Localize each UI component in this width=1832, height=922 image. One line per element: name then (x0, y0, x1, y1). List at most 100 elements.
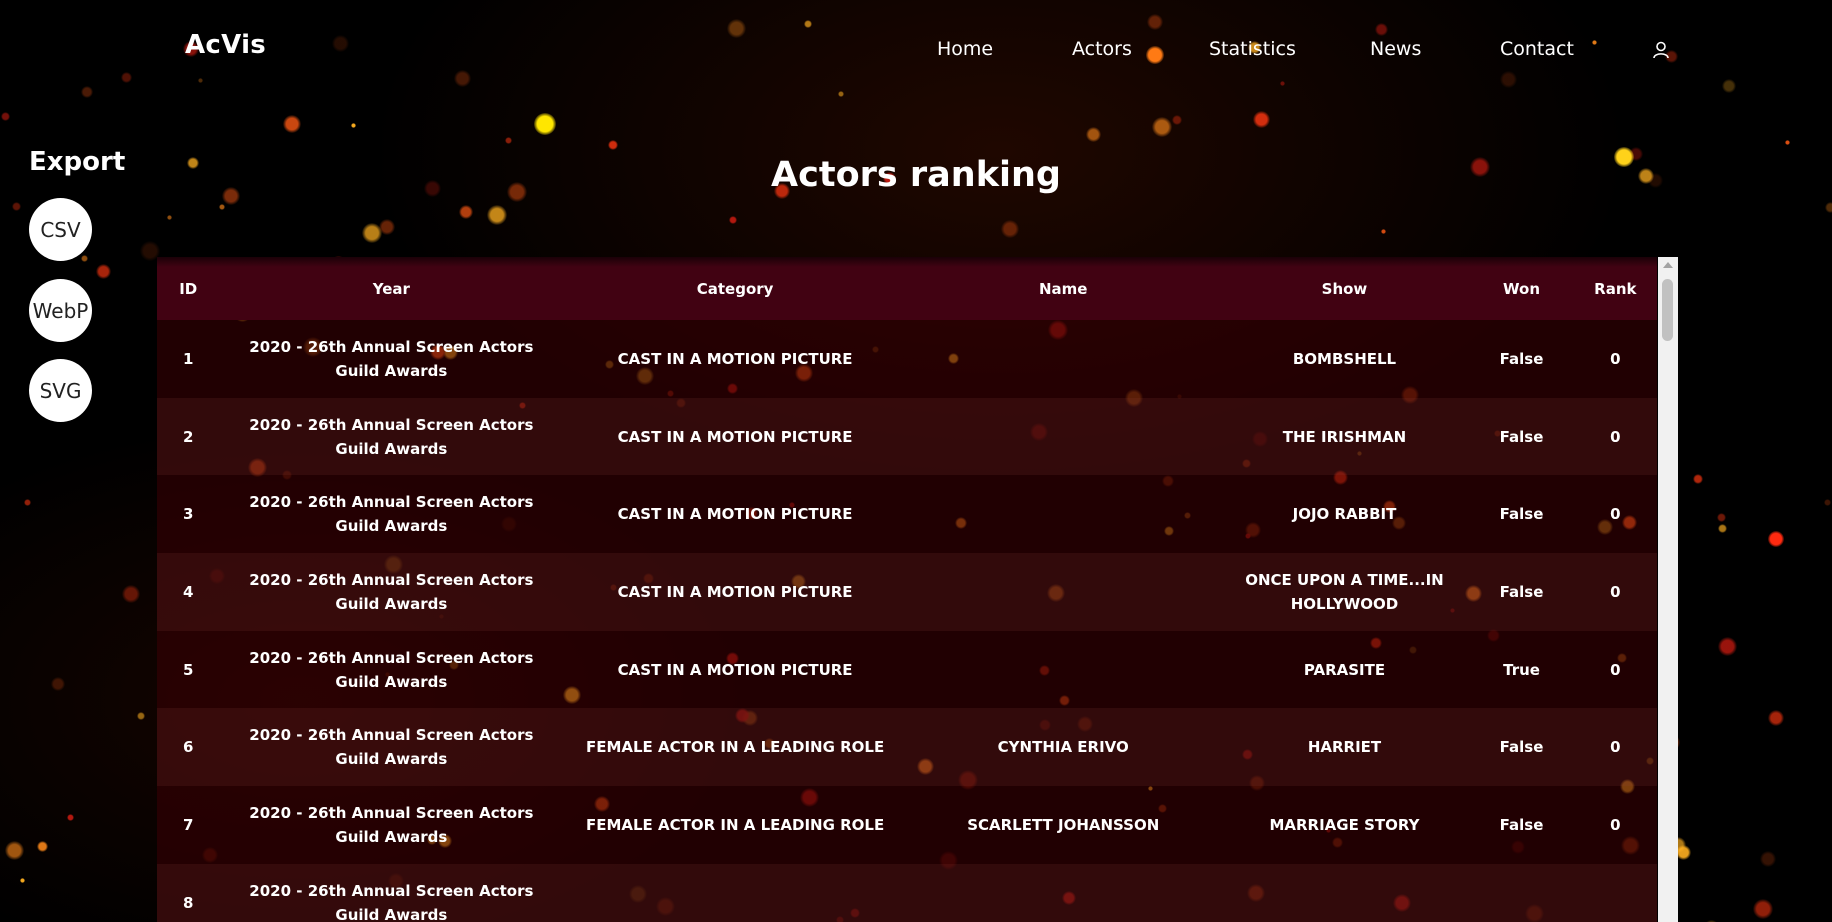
bokeh-light (122, 585, 140, 603)
cell-show: THE IRISHMAN (1282, 427, 1407, 446)
table-row: 1 2020 - 26th Annual Screen Actors Guild… (157, 320, 1657, 398)
table-row: 3 2020 - 26th Annual Screen Actors Guild… (157, 475, 1657, 554)
bokeh-light (51, 677, 65, 691)
bokeh-light (1086, 127, 1101, 142)
bokeh-light (1693, 474, 1703, 484)
brand-logo[interactable]: AcVis (185, 30, 266, 60)
cell-rank: 0 (1610, 427, 1621, 446)
cell-won: False (1499, 349, 1544, 368)
column-header-rank[interactable]: Rank (1574, 257, 1657, 320)
bokeh-light (1760, 851, 1776, 867)
bokeh-light (1824, 499, 1831, 506)
cell-rank: 0 (1610, 505, 1621, 524)
column-header-year[interactable]: Year (219, 257, 563, 320)
table-scrollbar[interactable] (1658, 257, 1678, 922)
cell-category: CAST IN A MOTION PICTURE (617, 582, 853, 601)
bokeh-light (1718, 637, 1737, 656)
column-header-show[interactable]: Show (1219, 257, 1469, 320)
column-header-category[interactable]: Category (563, 257, 907, 320)
column-header-won[interactable]: Won (1469, 257, 1573, 320)
bokeh-light (1253, 111, 1270, 128)
cell-category: FEMALE ACTOR IN A LEADING ROLE (585, 738, 885, 757)
cell-name (907, 631, 1220, 709)
bokeh-light (137, 712, 145, 720)
nav-contact[interactable]: Contact (1500, 38, 1574, 60)
cell-id: 3 (183, 505, 194, 524)
cell-year: 2020 - 26th Annual Screen Actors Guild A… (249, 337, 534, 380)
table-row: 6 2020 - 26th Annual Screen Actors Guild… (157, 708, 1657, 787)
cell-show: PARASITE (1303, 660, 1386, 679)
bokeh-light (81, 255, 88, 262)
column-header-id[interactable]: ID (157, 257, 219, 320)
bokeh-light (534, 113, 556, 135)
cell-name (907, 398, 1220, 476)
export-csv-button[interactable]: CSV (29, 198, 92, 261)
cell-year: 2020 - 26th Annual Screen Actors Guild A… (249, 803, 534, 846)
cell-rank: 0 (1610, 738, 1621, 757)
bokeh-light (459, 205, 473, 219)
scroll-up-arrow-icon[interactable] (1663, 262, 1673, 268)
cell-show (1219, 864, 1469, 922)
cell-won: False (1499, 505, 1544, 524)
cell-id: 6 (183, 738, 194, 757)
cell-won: False (1499, 738, 1544, 757)
cell-year: 2020 - 26th Annual Screen Actors Guild A… (249, 726, 534, 769)
cell-year: 2020 - 26th Annual Screen Actors Guild A… (249, 415, 534, 458)
bokeh-light (5, 841, 24, 860)
bokeh-light (1676, 845, 1691, 860)
page-title-text: Actors ranking (771, 155, 1061, 195)
cell-won: False (1499, 582, 1544, 601)
cell-category: FEMALE ACTOR IN A LEADING ROLE (585, 815, 885, 834)
page-title: Actors ranking (0, 155, 1832, 195)
bokeh-light (219, 204, 225, 210)
actors-table: ID Year Category Name Show Won Rank 1 20… (157, 257, 1657, 922)
cell-category: CAST IN A MOTION PICTURE (617, 660, 853, 679)
user-icon[interactable] (1651, 40, 1671, 60)
cell-year: 2020 - 26th Annual Screen Actors Guild A… (249, 570, 534, 613)
cell-id: 5 (183, 660, 194, 679)
scrollbar-thumb[interactable] (1662, 279, 1673, 341)
cell-rank (1574, 864, 1657, 922)
cell-show: BOMBSHELL (1292, 349, 1397, 368)
cell-won (1469, 864, 1573, 922)
bokeh-light (1768, 531, 1784, 547)
cell-name (907, 864, 1220, 922)
export-svg-button[interactable]: SVG (29, 359, 92, 422)
export-webp-button[interactable]: WebP (29, 279, 92, 342)
cell-id: 7 (183, 815, 194, 834)
nav-news[interactable]: News (1370, 38, 1421, 60)
bokeh-light (505, 137, 512, 144)
cell-id: 1 (183, 349, 194, 368)
cell-name (907, 553, 1220, 631)
bokeh-light (351, 123, 356, 128)
bokeh-light (20, 878, 25, 883)
table-row: 4 2020 - 26th Annual Screen Actors Guild… (157, 553, 1657, 631)
cell-show: MARRIAGE STORY (1269, 815, 1420, 834)
cell-id: 4 (183, 582, 194, 601)
column-header-name[interactable]: Name (907, 257, 1220, 320)
nav-home[interactable]: Home (937, 38, 993, 60)
bokeh-light (1172, 115, 1182, 125)
cell-category: CAST IN A MOTION PICTURE (617, 505, 853, 524)
cell-won: False (1499, 427, 1544, 446)
cell-year: 2020 - 26th Annual Screen Actors Guild A… (249, 493, 534, 536)
bokeh-light (283, 115, 301, 133)
table-row: 8 2020 - 26th Annual Screen Actors Guild… (157, 863, 1657, 922)
bokeh-light (167, 215, 172, 220)
nav-statistics[interactable]: Statistics (1209, 38, 1296, 60)
table-row: 7 2020 - 26th Annual Screen Actors Guild… (157, 786, 1657, 864)
bokeh-light (24, 499, 31, 506)
nav-actors[interactable]: Actors (1072, 38, 1132, 60)
cell-id: 2 (183, 427, 194, 446)
bokeh-light (1825, 202, 1832, 213)
bokeh-light (96, 264, 111, 279)
bokeh-light (1768, 710, 1784, 726)
cell-show: JOJO RABBIT (1292, 505, 1397, 524)
cell-year: 2020 - 26th Annual Screen Actors Guild A… (249, 881, 534, 922)
cell-rank: 0 (1610, 660, 1621, 679)
cell-category (563, 864, 907, 922)
cell-rank: 0 (1610, 582, 1621, 601)
top-nav: AcVis Home Actors Statistics News Contac… (0, 0, 1832, 100)
bokeh-light (487, 205, 507, 225)
table-row: 2 2020 - 26th Annual Screen Actors Guild… (157, 397, 1657, 476)
